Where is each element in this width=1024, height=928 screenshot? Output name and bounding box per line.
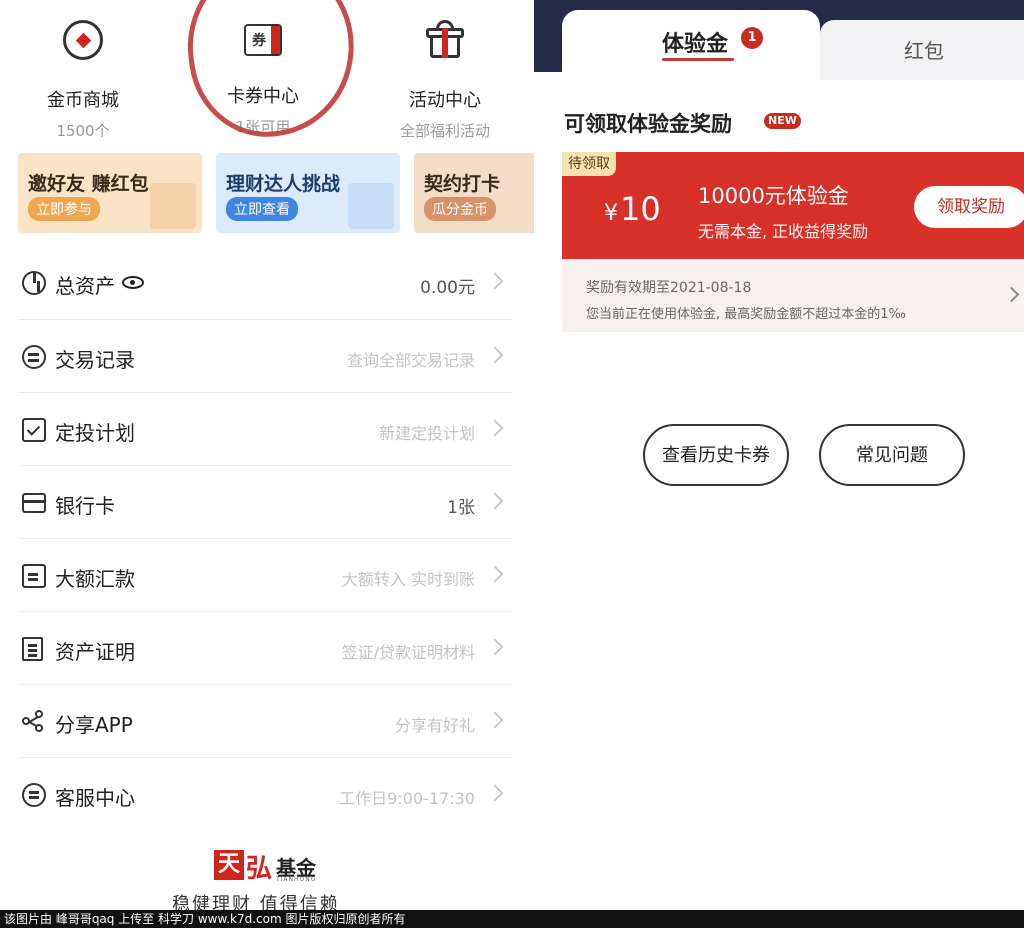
image-watermark: 该图片由 峰哥哥qaq 上传至 科学刀 www.k7d.com 图片版权归原创者…	[0, 910, 1024, 928]
menu-value: 分享有好礼	[394, 716, 475, 735]
view-history-coupons-button[interactable]: 查看历史卡券	[643, 424, 789, 486]
coupon-center-panel: 体验金 1 红包 可领取体验金奖励 NEW 待领取 ¥10 10000元体验金 …	[534, 0, 1024, 910]
coin-shop-entry[interactable]: 金币商城 1500个	[3, 20, 163, 141]
banner-button[interactable]: 瓜分金币	[424, 197, 496, 221]
chevron-right-icon	[1003, 286, 1020, 303]
tab-trial-fund-label[interactable]: 体验金	[662, 26, 728, 58]
menu-label: 定投计划	[55, 421, 135, 445]
active-tab-indicator	[662, 58, 734, 61]
menu-label: 总资产	[55, 274, 115, 298]
activity-center-sub: 全部福利活动	[399, 122, 490, 140]
activity-center-title: 活动中心	[409, 90, 481, 111]
brand-name-1: 弘	[246, 854, 273, 884]
menu-row-asset-proof[interactable]: 资产证明 签证/贷款证明材料	[18, 611, 513, 684]
account-panel: 金币商城 1500个 券 卡券中心 1张可用 活动中心 全部福利活动 邀好友 赚…	[0, 0, 534, 910]
menu-value: 签证/贷款证明材料	[341, 643, 475, 662]
tab-red-packet-label[interactable]: 红包	[904, 35, 944, 64]
chevron-right-icon	[486, 492, 504, 510]
brand-logo: 天 弘 基金 TIANHONG	[210, 848, 330, 884]
menu-value: 查询全部交易记录	[346, 351, 475, 370]
menu-row-share-app[interactable]: 分享APP 分享有好礼	[18, 684, 513, 757]
yen-building-illustration	[348, 183, 394, 229]
share-icon	[22, 710, 46, 734]
menu-value: 1张	[447, 498, 475, 518]
coin-shop-count: 1500个	[56, 122, 110, 140]
reward-title: 10000元体验金	[698, 184, 849, 208]
chevron-right-icon	[486, 711, 504, 729]
invite-friends-banner[interactable]: 邀好友 赚红包 立即参与	[18, 153, 202, 233]
chevron-right-icon	[486, 272, 504, 290]
reward-card[interactable]: 待领取 ¥10 10000元体验金 无需本金, 正收益得奖励 领取奖励 奖励有效…	[562, 152, 1024, 332]
brand-sub: TIANHONG	[276, 876, 317, 883]
faq-button[interactable]: 常见问题	[819, 424, 965, 486]
menu-label: 资产证明	[55, 640, 135, 664]
menu-row-transactions[interactable]: 交易记录 查询全部交易记录	[18, 319, 513, 392]
bank-card-icon	[22, 493, 46, 513]
menu-label: 分享APP	[55, 713, 133, 737]
menu-row-large-transfer[interactable]: 大额汇款 大额转入 实时到账	[18, 538, 513, 611]
brand-mark: 天	[214, 850, 244, 880]
banner-title: 理财达人挑战	[226, 173, 341, 195]
gift-ribbon	[442, 28, 448, 58]
gift-bow	[436, 20, 454, 30]
menu-label: 交易记录	[55, 348, 135, 372]
menu-label: 大额汇款	[55, 567, 135, 591]
menu-value: 0.00元	[420, 278, 475, 298]
currency-symbol: ¥	[604, 201, 618, 226]
account-menu: 总资产 0.00元 交易记录 查询全部交易记录 定投计划 新建定投计划 银行卡 …	[18, 246, 513, 830]
menu-value: 新建定投计划	[378, 424, 475, 443]
menu-label: 银行卡	[55, 494, 115, 518]
reward-note: 您当前正在使用体验金, 最高奖励金额不超过本金的1‰	[586, 307, 906, 322]
reward-amount: ¥10	[604, 190, 661, 228]
coin-shop-title: 金币商城	[47, 90, 119, 111]
activity-center-entry[interactable]: 活动中心 全部福利活动	[365, 20, 525, 141]
share-node	[22, 717, 30, 725]
menu-value: 大额转入 实时到账	[341, 570, 475, 589]
banner-title: 邀好友 赚红包	[28, 173, 149, 195]
transfer-icon	[22, 564, 46, 588]
chevron-right-icon	[486, 565, 504, 583]
section-title: 可领取体验金奖励	[564, 112, 732, 136]
claim-reward-button[interactable]: 领取奖励	[914, 186, 1024, 228]
tab-badge-count: 1	[741, 27, 763, 49]
brand-slogan: 稳健理财 值得信赖	[172, 894, 340, 910]
checkbox-icon	[22, 418, 46, 442]
menu-label: 客服中心	[55, 786, 135, 810]
chat-icon	[22, 783, 46, 807]
share-node	[35, 710, 43, 718]
check-in-banner[interactable]: 契约打卡 瓜分金币	[414, 153, 534, 233]
chevron-right-icon	[486, 784, 504, 802]
reward-subtitle: 无需本金, 正收益得奖励	[698, 222, 869, 241]
menu-row-total-assets[interactable]: 总资产 0.00元	[18, 246, 513, 319]
gift-box-illustration	[150, 183, 196, 229]
new-badge: NEW	[764, 113, 801, 129]
banner-button[interactable]: 立即参与	[28, 197, 100, 221]
promo-banners: 邀好友 赚红包 立即参与 理财达人挑战 立即查看 契约打卡 瓜分金币	[18, 153, 534, 233]
gift-icon	[425, 20, 465, 60]
menu-value: 工作日9:00-17:30	[339, 789, 475, 808]
eye-icon[interactable]	[122, 276, 144, 289]
menu-row-customer-service[interactable]: 客服中心 工作日9:00-17:30	[18, 757, 513, 830]
document-icon	[22, 637, 43, 661]
quick-entry-bar: 金币商城 1500个 券 卡券中心 1张可用 活动中心 全部福利活动	[0, 0, 534, 147]
reward-validity: 奖励有效期至2021-08-18	[586, 280, 752, 296]
pie-chart-icon	[22, 271, 46, 295]
chevron-right-icon	[486, 419, 504, 437]
menu-row-investment-plan[interactable]: 定投计划 新建定投计划	[18, 392, 513, 465]
reward-card-header: 待领取 ¥10 10000元体验金 无需本金, 正收益得奖励 领取奖励	[562, 152, 1024, 259]
amount-value: 10	[620, 190, 661, 228]
reward-info[interactable]: 奖励有效期至2021-08-18 您当前正在使用体验金, 最高奖励金额不超过本金…	[562, 259, 1024, 332]
banner-title: 契约打卡	[424, 173, 501, 195]
chevron-right-icon	[486, 346, 504, 364]
pending-tag: 待领取	[562, 152, 616, 176]
menu-row-bank-card[interactable]: 银行卡 1张	[18, 465, 513, 538]
banner-button[interactable]: 立即查看	[226, 197, 298, 221]
finance-challenge-banner[interactable]: 理财达人挑战 立即查看	[216, 153, 400, 233]
coin-shop-icon	[63, 20, 103, 60]
chevron-right-icon	[486, 638, 504, 656]
share-node	[35, 724, 43, 732]
swap-icon	[22, 345, 46, 369]
